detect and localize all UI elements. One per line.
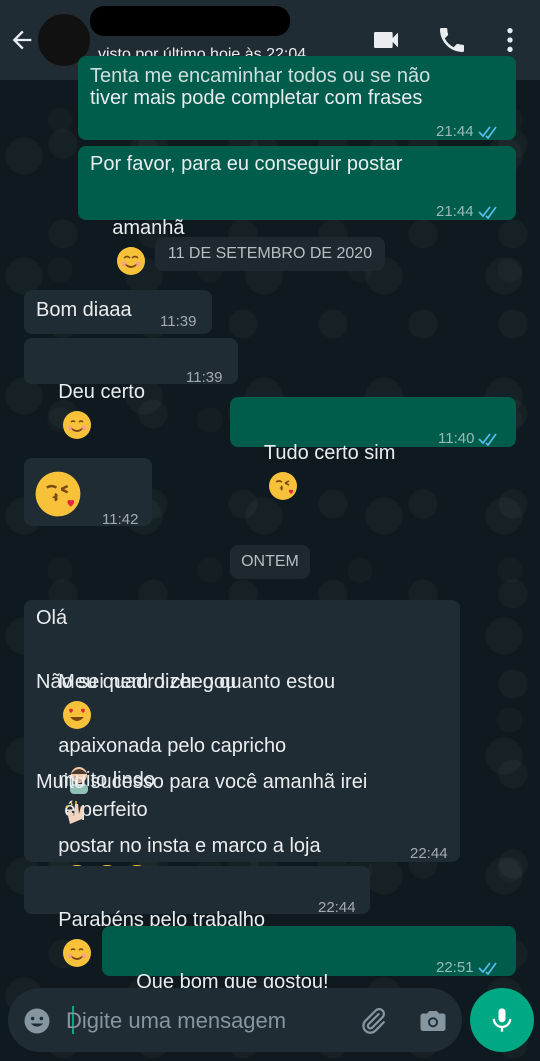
camera-icon[interactable]	[418, 1006, 448, 1036]
message-time: 22:51	[436, 959, 474, 976]
message-text-row: Deu certo	[36, 344, 145, 472]
message-text-line: tiver mais pode completar com frases	[90, 87, 423, 109]
message-input[interactable]: Digite uma mensagem	[66, 1008, 286, 1034]
message-meta: 11:39	[186, 362, 222, 394]
message-text-line: postar no insta e marco a loja	[58, 835, 321, 857]
message-text-line: amanhã	[112, 217, 185, 239]
message-outgoing[interactable]: Que bom que gostou! 22:51	[102, 926, 516, 1029]
message-incoming[interactable]: Deu certo 11:39	[24, 338, 238, 439]
attach-icon[interactable]	[358, 1006, 388, 1036]
message-text-line: Deu certo	[58, 381, 145, 403]
date-separator: ONTEM	[230, 545, 310, 579]
contact-name-redacted[interactable]	[90, 6, 290, 36]
message-meta: 21:44	[436, 116, 500, 148]
message-meta: 22:44	[318, 892, 356, 924]
message-outgoing[interactable]: Tenta me encaminhar todos ou se não tive…	[78, 56, 516, 140]
smiling-face-emoji-icon	[63, 410, 92, 439]
face-blowing-kiss-emoji-icon	[35, 471, 81, 517]
double-check-icon	[477, 962, 497, 975]
message-meta: 22:51	[436, 952, 500, 984]
message-incoming[interactable]: Parabéns pelo trabalho 22:44	[24, 866, 370, 967]
double-check-icon	[478, 433, 498, 446]
phone-icon[interactable]	[436, 24, 468, 56]
message-meta: 11:42	[102, 504, 138, 536]
message-time: 21:44	[436, 203, 474, 220]
message-incoming[interactable]: Bom diaaa 11:39	[24, 290, 212, 334]
double-check-icon	[477, 126, 497, 139]
message-incoming[interactable]: 11:42	[24, 458, 152, 528]
message-text-line: Não sei nem dizer o quanto estou	[36, 671, 336, 693]
face-blowing-kiss-emoji-icon	[269, 471, 298, 500]
double-check-icon	[477, 206, 497, 219]
date-separator: 11 DE SETEMBRO DE 2020	[155, 237, 385, 271]
smiling-face-emoji-icon	[63, 938, 92, 967]
message-text-line: Olá	[36, 607, 68, 629]
emoji-icon[interactable]	[22, 1006, 52, 1036]
mic-icon	[492, 1008, 512, 1032]
mic-button[interactable]	[470, 988, 534, 1052]
message-time: 11:40	[438, 430, 475, 447]
message-text-line: Bom diaaa	[36, 299, 132, 321]
message-time: 22:44	[318, 899, 356, 916]
message-meta: 21:44	[436, 196, 500, 228]
smiling-face-emoji-icon	[117, 246, 146, 275]
message-meta: 11:39	[160, 306, 196, 338]
message-meta: 22:44	[410, 838, 448, 870]
message-incoming[interactable]: Olá Meu quadro chegou Não sei nem dizer …	[24, 600, 460, 893]
message-time: 11:39	[186, 369, 223, 386]
message-text-line: Por favor, para eu conseguir postar	[90, 153, 403, 175]
message-input-bar[interactable]: Digite uma mensagem	[8, 988, 462, 1052]
message-outgoing[interactable]: Tudo certo sim 11:40	[230, 397, 516, 500]
message-time: 11:42	[102, 511, 139, 528]
message-text-line: Muito sucesso para você amanhã irei	[36, 771, 368, 793]
message-text-row: Tudo certo sim	[242, 405, 395, 533]
message-text-line: Tudo certo sim	[263, 442, 396, 464]
message-time: 11:39	[160, 313, 197, 330]
message-outgoing[interactable]: Por favor, para eu conseguir postar aman…	[78, 146, 516, 275]
back-arrow-icon[interactable]	[8, 26, 36, 54]
message-meta: 11:40	[438, 423, 500, 455]
message-time: 21:44	[436, 123, 474, 140]
video-call-icon[interactable]	[370, 24, 402, 56]
more-vert-icon[interactable]	[494, 24, 526, 56]
message-time: 22:44	[410, 845, 448, 862]
